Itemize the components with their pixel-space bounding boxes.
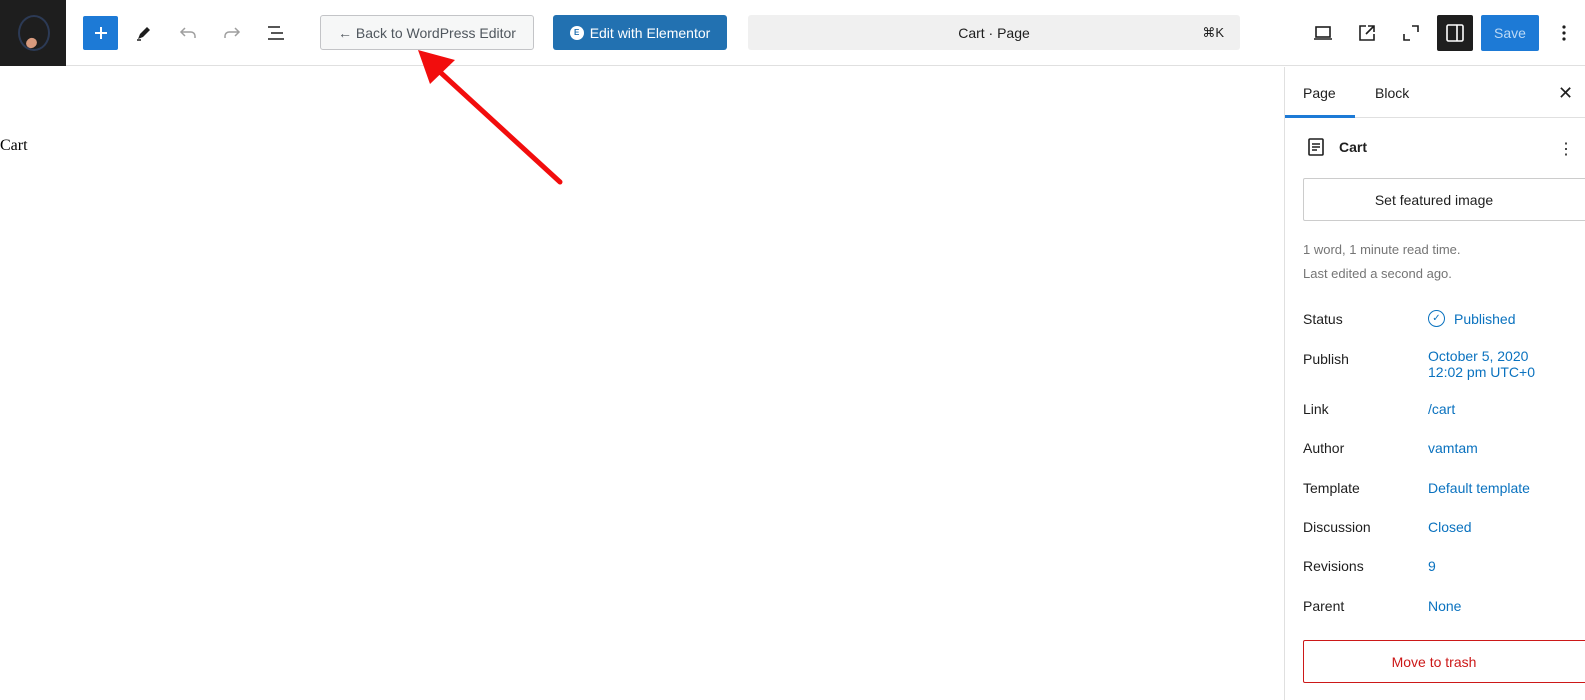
tools-button[interactable] xyxy=(126,15,162,51)
elementor-icon: E xyxy=(569,25,584,40)
discussion-label: Discussion xyxy=(1303,519,1371,535)
back-to-wordpress-editor-button[interactable]: ← Back to WordPress Editor xyxy=(320,15,534,50)
tab-page[interactable]: Page xyxy=(1303,67,1336,118)
document-actions-button[interactable]: ⋮ xyxy=(1558,139,1574,159)
document-icon xyxy=(1308,138,1324,156)
undo-button[interactable] xyxy=(170,15,206,51)
publish-date: October 5, 2020 xyxy=(1428,348,1529,364)
settings-sidebar-toggle[interactable] xyxy=(1437,15,1473,51)
link-value[interactable]: /cart xyxy=(1428,401,1455,417)
parent-label: Parent xyxy=(1303,598,1345,614)
document-name: Cart xyxy=(1339,139,1368,155)
settings-sidebar: Page Block ✕ Cart ⋮ Set featured image 1… xyxy=(1284,67,1585,700)
link-label: Link xyxy=(1303,401,1329,417)
more-vertical-icon xyxy=(1562,25,1566,41)
editor-header: ← Back to WordPress Editor E Edit with E… xyxy=(0,0,1585,66)
revisions-value[interactable]: 9 xyxy=(1428,558,1436,574)
command-palette-bar[interactable]: Cart · Page ⌘K xyxy=(748,15,1240,50)
block-inserter-button[interactable] xyxy=(83,16,118,50)
fullscreen-icon xyxy=(1403,25,1419,41)
list-view-icon xyxy=(268,26,284,40)
revisions-label: Revisions xyxy=(1303,558,1364,574)
fullscreen-button[interactable] xyxy=(1393,15,1429,51)
desktop-icon xyxy=(1314,26,1332,40)
word-count: 1 word, 1 minute read time. xyxy=(1303,242,1461,257)
last-edited: Last edited a second ago. xyxy=(1303,266,1452,281)
author-label: Author xyxy=(1303,440,1345,456)
options-menu-button[interactable] xyxy=(1552,15,1576,51)
document-summary: Cart xyxy=(1307,137,1367,157)
command-shortcut: ⌘K xyxy=(1202,25,1224,40)
external-link-icon xyxy=(1359,25,1375,41)
active-tab-indicator xyxy=(1285,115,1355,118)
edit-with-elementor-label: Edit with Elementor xyxy=(589,24,711,41)
tab-block[interactable]: Block xyxy=(1375,67,1409,118)
author-value[interactable]: vamtam xyxy=(1428,440,1478,456)
status-label: Status xyxy=(1303,311,1343,327)
redo-button[interactable] xyxy=(214,15,250,51)
redo-icon xyxy=(224,27,241,38)
command-title: Cart · Page xyxy=(958,24,1030,41)
template-value[interactable]: Default template xyxy=(1428,480,1530,496)
check-circle-icon: ✓ xyxy=(1428,310,1445,327)
edit-with-elementor-button[interactable]: E Edit with Elementor xyxy=(553,15,727,50)
editor-canvas[interactable]: Cart xyxy=(0,67,1284,700)
post-title[interactable]: Cart xyxy=(0,137,28,155)
set-featured-image-button[interactable]: Set featured image xyxy=(1303,178,1585,221)
close-icon[interactable]: ✕ xyxy=(1558,83,1573,104)
status-text: Published xyxy=(1454,310,1516,327)
discussion-value[interactable]: Closed xyxy=(1428,519,1472,535)
plus-icon xyxy=(94,27,107,39)
sidebar-tabs: Page Block ✕ xyxy=(1285,67,1585,118)
site-logo[interactable] xyxy=(0,0,66,66)
pencil-icon xyxy=(137,27,150,41)
save-button[interactable]: Save xyxy=(1481,15,1539,51)
undo-icon xyxy=(179,27,196,38)
move-to-trash-button[interactable]: Move to trash xyxy=(1303,640,1585,683)
publish-time: 12:02 pm UTC+0 xyxy=(1428,364,1535,380)
publish-label: Publish xyxy=(1303,351,1349,367)
status-value[interactable]: ✓ Published xyxy=(1428,310,1516,327)
view-page-button[interactable] xyxy=(1349,15,1385,51)
sidebar-icon xyxy=(1446,24,1464,42)
parent-value[interactable]: None xyxy=(1428,598,1461,614)
publish-date-value[interactable]: October 5, 2020 12:02 pm UTC+0 xyxy=(1428,348,1535,380)
template-label: Template xyxy=(1303,480,1360,496)
preview-device-button[interactable] xyxy=(1305,15,1341,51)
list-view-button[interactable] xyxy=(258,15,294,51)
